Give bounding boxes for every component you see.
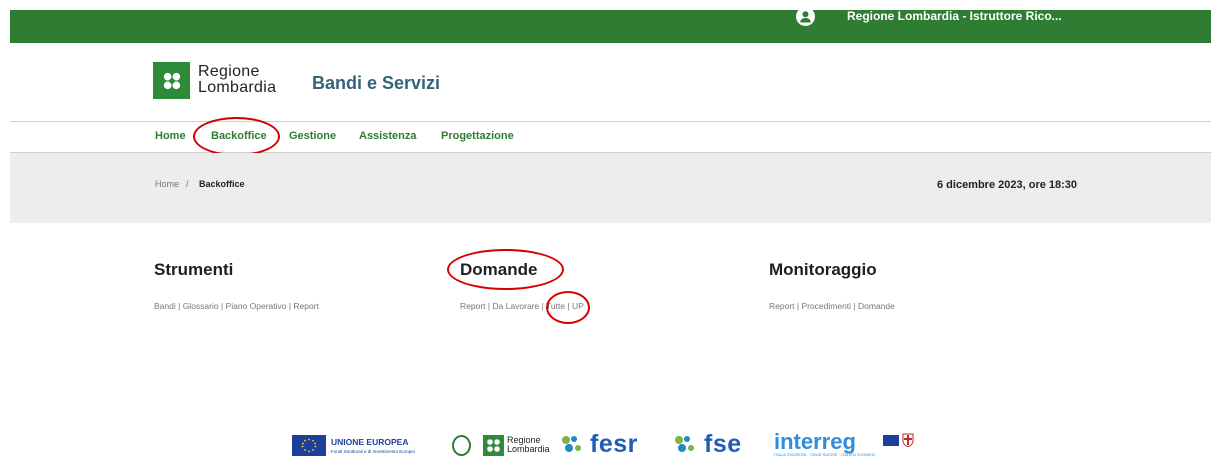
nav-item-assistenza[interactable]: Assistenza	[359, 130, 416, 142]
lombardy-shield-icon	[902, 433, 914, 447]
section-title-strumenti: Strumenti	[154, 260, 234, 279]
nav-item-progettazione[interactable]: Progettazione	[441, 130, 514, 142]
link-domande-monitoraggio[interactable]: Domande	[858, 301, 895, 311]
link-glossario[interactable]: Glossario	[183, 301, 219, 311]
footer-logo-text: Regione Lombardia	[507, 436, 550, 454]
logo-line2: Lombardia	[198, 79, 277, 96]
site-title[interactable]: Bandi e Servizi	[312, 73, 440, 94]
logo-line1: Regione	[198, 63, 260, 80]
regione-lombardia-logo-icon[interactable]	[153, 62, 190, 99]
breadcrumb-home[interactable]: Home	[155, 179, 179, 189]
main-nav	[10, 121, 1211, 153]
user-name-label[interactable]: Regione Lombardia - Istruttore Rico...	[847, 9, 1062, 23]
current-datetime: 6 dicembre 2023, ore 18:30	[937, 179, 1078, 191]
monitoraggio-links: Report | Procedimenti | Domande	[769, 301, 895, 311]
link-report-strumenti[interactable]: Report	[293, 301, 319, 311]
annotation-circle-tutte	[546, 291, 590, 324]
footer-logo-line2: Lombardia	[507, 444, 550, 454]
nav-item-home[interactable]: Home	[155, 130, 186, 142]
link-bandi[interactable]: Bandi	[154, 301, 176, 311]
small-eu-flag-icon	[883, 435, 899, 446]
link-piano-operativo[interactable]: Piano Operativo	[226, 301, 287, 311]
fesr-logo: fesr	[590, 430, 638, 458]
header	[10, 43, 1211, 121]
annotation-circle-domande	[447, 249, 564, 290]
link-procedimenti[interactable]: Procedimenti	[801, 301, 851, 311]
strumenti-links: Bandi | Glossario | Piano Operativo | Re…	[154, 301, 319, 311]
user-avatar-icon[interactable]	[796, 7, 815, 26]
link-da-lavorare[interactable]: Da Lavorare	[492, 301, 539, 311]
eu-subtitle: Fondi Strutturali e di Investimento Euro…	[331, 449, 415, 454]
link-report-domande[interactable]: Report	[460, 301, 486, 311]
logo-text[interactable]: Regione Lombardia	[198, 64, 276, 96]
annotation-circle-backoffice	[193, 117, 280, 156]
fse-leaf-icon	[675, 436, 694, 452]
fesr-leaf-icon	[562, 436, 581, 452]
eu-title: UNIONE EUROPEA	[331, 437, 409, 447]
breadcrumb-current: Backoffice	[199, 179, 245, 189]
breadcrumb-separator: /	[186, 179, 189, 189]
fse-logo: fse	[704, 430, 742, 458]
section-title-monitoraggio: Monitoraggio	[769, 260, 877, 279]
footer-regione-lombardia-logo-icon	[483, 435, 504, 456]
nav-item-gestione[interactable]: Gestione	[289, 130, 336, 142]
interreg-subtitle: ITALIA SVIZZERA · ITALIE SUISSE · ITALIE…	[774, 452, 876, 457]
eu-flag-icon	[292, 435, 326, 456]
italian-republic-emblem-icon	[452, 435, 471, 456]
link-report-monitoraggio[interactable]: Report	[769, 301, 795, 311]
